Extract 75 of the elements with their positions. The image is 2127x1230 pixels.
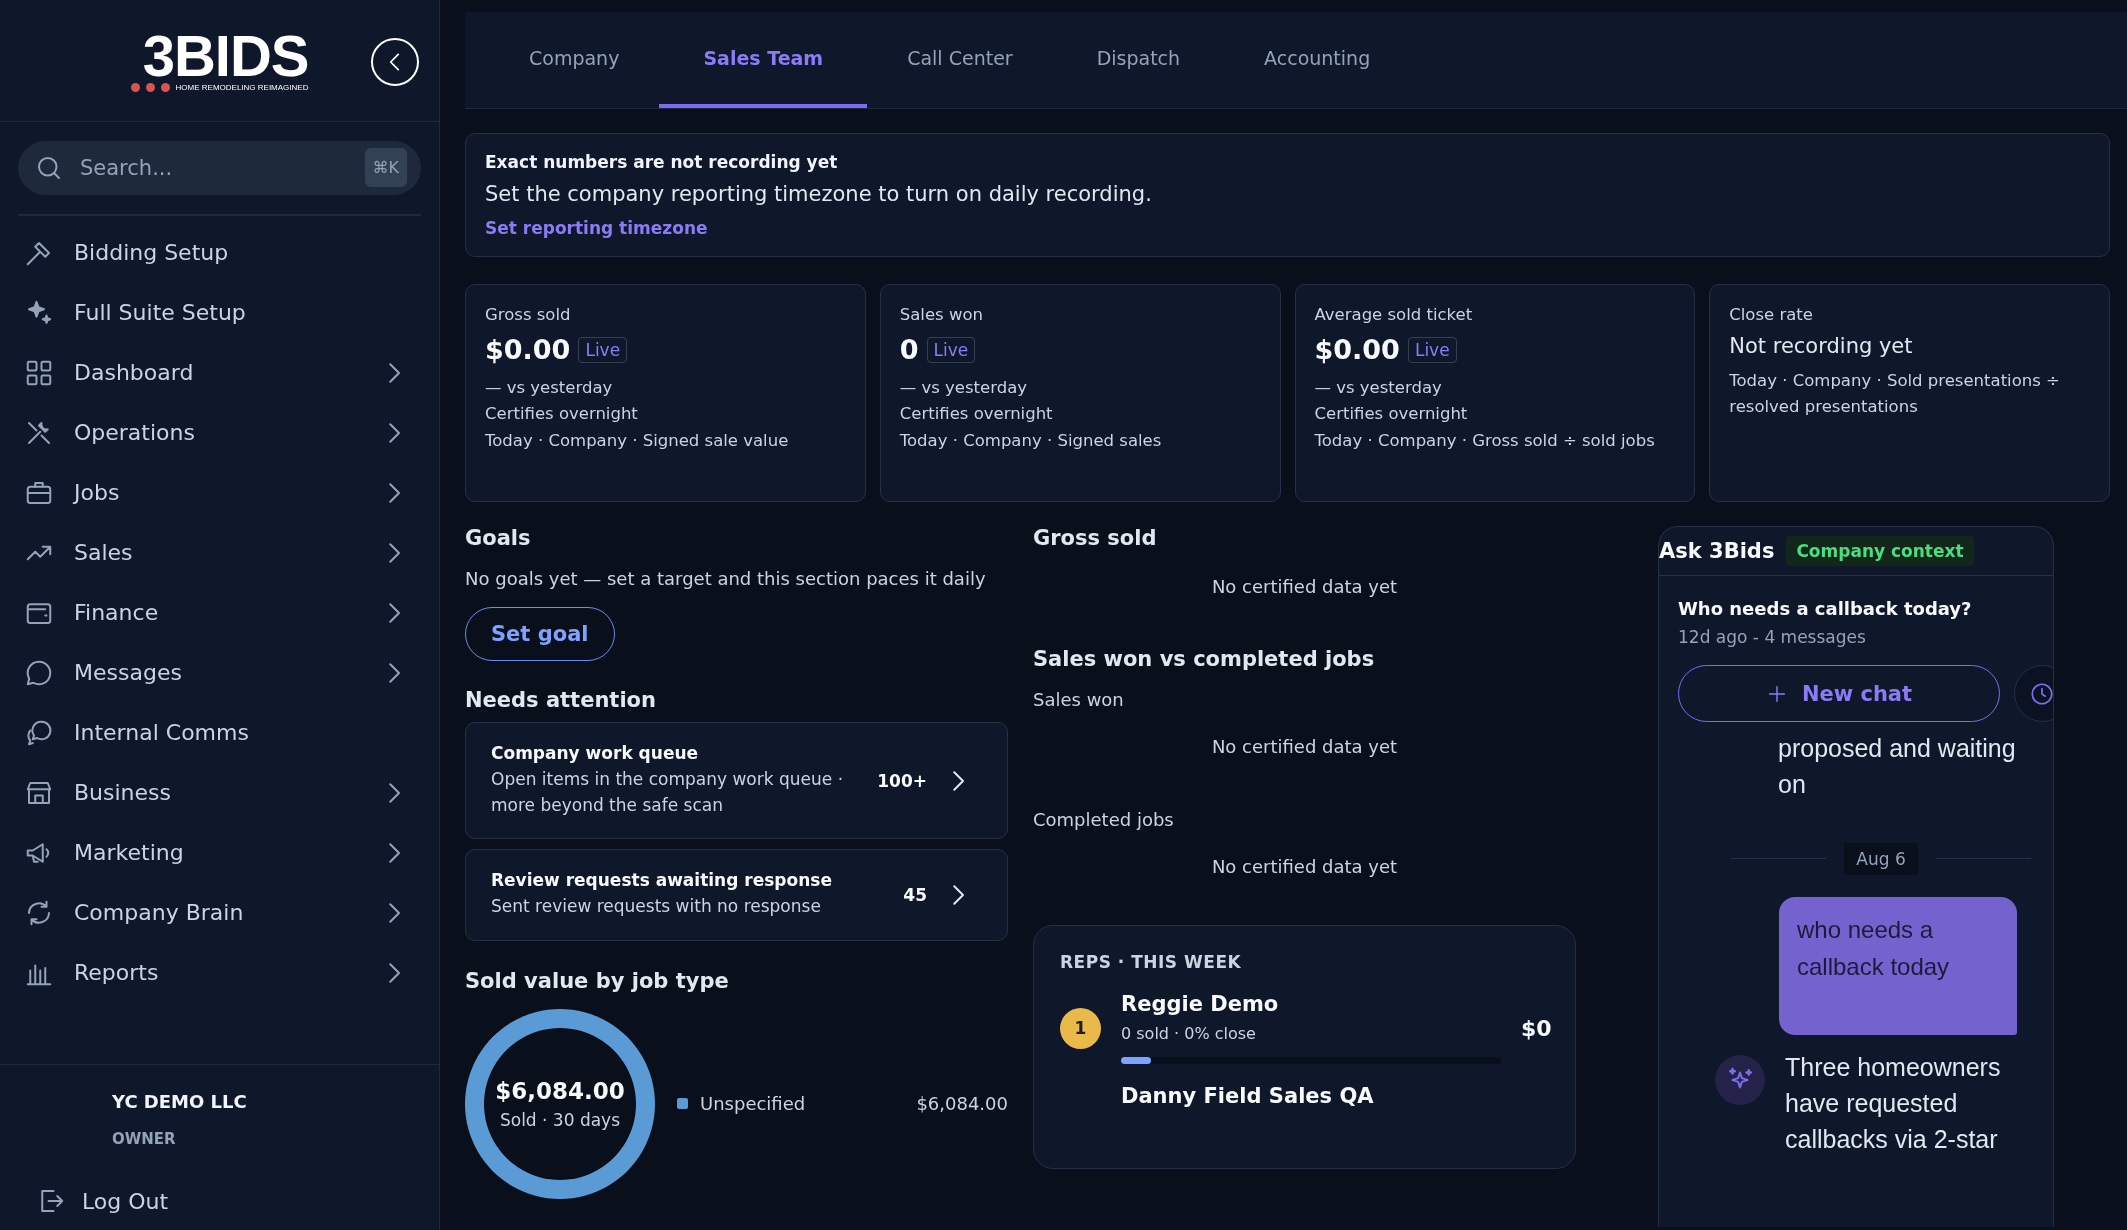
timezone-link[interactable]: Set reporting timezone [485,218,708,238]
metric-change: — vs yesterday [1314,377,1443,399]
notice-message: Set the company reporting timezone to turn on daily recording. [485,182,1153,206]
sidebar-item[interactable]: Messages [24,646,409,699]
rep-amount: $0 [1521,1015,1552,1041]
context-badge: Company context [1786,536,1974,566]
conversation-meta: 12d ago - 4 messages [1678,627,1867,647]
rank-badge: 1 [1060,1007,1101,1049]
sidebar-item[interactable]: Reports [24,946,409,999]
sidebar-item[interactable]: Jobs [24,466,409,519]
live-badge: Live [926,336,976,363]
section-title: Gross sold [1033,526,1158,550]
sidebar-item[interactable]: Finance [24,586,409,639]
metric-value: 0 [899,334,919,365]
metric-title: Close rate [1729,305,1814,324]
donut-caption: Sold · 30 days [499,1109,621,1130]
panel-title: Ask 3Bids [1659,539,1775,563]
assistant-message: Three homeowners have requested callbacks via 2-star [1785,1051,2002,1156]
clock-icon [2029,680,2053,707]
sidebar-item[interactable]: Sales [24,526,409,579]
logout-button[interactable]: Log Out [36,1186,169,1216]
sidebar-item[interactable]: Operations [24,406,409,459]
metric-note: Certifies overnight [899,403,1054,426]
tab[interactable]: Sales Team [659,12,868,108]
metric-status: Not recording yet [1729,334,1914,358]
user-message: who needs a callback today [1779,896,2017,1035]
notice-title: Exact numbers are not recording yet [485,152,839,172]
metric-title: Average sold ticket [1314,305,1474,324]
section-title: Goals [465,526,532,550]
metric-title: Gross sold [485,305,572,324]
live-badge: Live [578,336,628,363]
sidebar-item[interactable]: Company Brain [24,886,409,939]
sidebar-item[interactable]: Business [24,766,409,819]
shortcut-hint: ⌘K [364,148,407,187]
sidebar-item[interactable]: Marketing [24,826,409,879]
metric-change: — vs yesterday [485,377,614,399]
sidebar-item[interactable]: Dashboard [24,346,409,399]
live-badge: Live [1407,336,1457,363]
metric-value: $0.00 [485,334,571,365]
rep-name: Danny Field Sales QA [1121,1084,1375,1108]
sidebar-item[interactable]: Internal Comms [24,706,409,759]
chart-label: Sales won [1033,689,1125,710]
attention-item[interactable]: Company work queue Open items in the company work queue · more beyond the safe scan 100+ [465,722,1008,839]
metric-scope: Today · Company · Gross sold ÷ sold jobs [1314,429,1656,452]
metric-note: Certifies overnight [485,403,639,426]
metric-value: $0.00 [1314,334,1400,365]
company-name: YC DEMO LLC [112,1091,248,1112]
chart-label: Completed jobs [1033,809,1175,830]
rep-stats: 0 sold · 0% close [1121,1024,1257,1043]
section-title: Sold value by job type [465,968,730,993]
attention-item[interactable]: Review requests awaiting response Sent review requests with no response 45 [465,849,1008,941]
rep-name: Reggie Demo [1121,992,1280,1016]
metric-note: Certifies overnight [1314,403,1469,426]
legend-value: $6,084.00 [916,1093,1008,1114]
section-title: Needs attention [465,688,657,712]
sidebar-item[interactable]: Bidding Setup [24,226,409,279]
legend-label: Unspecified [700,1093,806,1114]
conversation-title: Who needs a callback today? [1678,598,1973,619]
empty-message: No certified data yet [1210,855,1399,877]
card-title: REPS · THIS WEEK [1060,952,1243,972]
donut-total: $6,084.00 [495,1077,625,1104]
metric-scope: Today · Company · Signed sales [899,429,1163,452]
new-chat-button[interactable]: New chat [1678,665,2000,722]
metric-scope: Today · Company · Sold presentations ÷ resolved presentations [1729,370,2061,419]
metric-change: — vs yesterday [899,377,1029,399]
empty-message: No certified data yet [1210,575,1399,597]
metric-scope: Today · Company · Signed sale value [485,429,790,452]
user-role: OWNER [112,1130,177,1148]
assistant-message: proposed and waiting on [1778,733,2017,801]
collapse-button[interactable] [371,38,419,86]
sidebar-item[interactable]: Full Suite Setup [24,286,409,339]
section-title: Sales won vs completed jobs [1033,647,1376,671]
empty-message: No certified data yet [1210,735,1399,757]
metric-title: Sales won [899,305,984,324]
goals-message: No goals yet — set a target and this section paces it daily [465,568,987,589]
